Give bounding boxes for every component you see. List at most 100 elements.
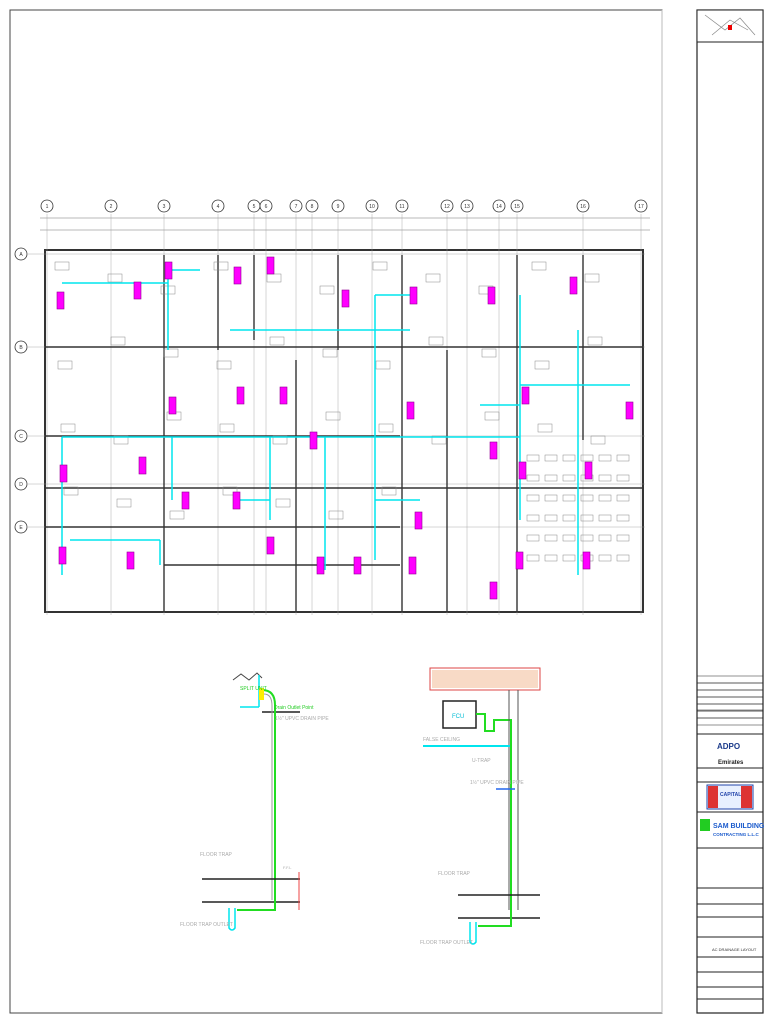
desk: [584, 273, 600, 283]
grid-column-label: 10: [369, 204, 375, 210]
contractor-logo: [700, 819, 710, 831]
ac-unit-icon: [316, 556, 325, 575]
desk: [219, 423, 235, 433]
revision-row: [696, 710, 764, 719]
fcu-label: FCU: [452, 714, 464, 720]
seat-row: [616, 454, 630, 462]
grid-row-label: D: [19, 482, 23, 488]
desk: [60, 423, 76, 433]
grid-column-label: 5: [253, 204, 256, 210]
seat-row: [616, 494, 630, 502]
grid-column-label: 17: [638, 204, 644, 210]
seat-row: [598, 534, 612, 542]
desk: [116, 498, 132, 508]
ac-unit-icon: [408, 556, 417, 575]
desk: [57, 360, 73, 370]
seat-row: [544, 454, 558, 462]
seat-row: [598, 474, 612, 482]
grid-column-label: 1: [46, 204, 49, 210]
ac-unit-icon: [341, 289, 350, 308]
seat-row: [526, 474, 540, 482]
revision-row: [696, 689, 764, 698]
fcu-floor-trap-label: FLOOR TRAP: [438, 871, 471, 877]
ac-unit-icon: [59, 464, 68, 483]
seat-row: [616, 514, 630, 522]
desk: [587, 336, 603, 346]
drain-outlet-label: Drain Outlet Point: [274, 705, 314, 711]
desk: [425, 273, 441, 283]
seat-row: [562, 534, 576, 542]
desk: [322, 348, 338, 358]
seat-row: [598, 454, 612, 462]
desk: [275, 498, 291, 508]
ac-unit-icon: [138, 456, 147, 475]
ac-unit-icon: [58, 546, 67, 565]
desk: [169, 510, 185, 520]
ac-unit-icon: [309, 431, 318, 450]
drawing-sheet: 1 2 3 4 5 6 7 8 9 10 11 12 13 14 15 16 17ABCDE SPLIT UNI…: [9, 9, 765, 1014]
ac-unit-icon: [164, 261, 173, 280]
ac-unit-icon: [569, 276, 578, 295]
desk: [590, 435, 606, 445]
ac-unit-icon: [56, 291, 65, 310]
consultant-logo: ADPO: [717, 742, 740, 751]
desk: [375, 360, 391, 370]
grid-column-label: 11: [399, 204, 404, 210]
notes-box: [696, 709, 764, 735]
ac-unit-icon: [489, 581, 498, 600]
seat-row: [616, 534, 630, 542]
seat-row: [562, 454, 576, 462]
split-unit-label: SPLIT UNIT: [240, 686, 267, 692]
ac-unit-icon: [279, 386, 288, 405]
contractor-name: SAM BUILDING: [713, 823, 765, 830]
seat-row: [562, 474, 576, 482]
seat-row: [526, 534, 540, 542]
ac-unit-icon: [414, 511, 423, 530]
ac-unit-icon: [518, 461, 527, 480]
floor-trap-label: FLOOR TRAP: [200, 852, 233, 858]
seat-row: [526, 454, 540, 462]
ac-unit-icon: [181, 491, 190, 510]
ac-unit-icon: [236, 386, 245, 405]
u-trap-label: U-TRAP: [472, 758, 491, 764]
desk: [216, 360, 232, 370]
grid-column-label: 9: [337, 204, 340, 210]
ac-unit-icon: [266, 536, 275, 555]
floor-plan: 1 2 3 4 5 6 7 8 9 10 11 12 13 14 15 16 17ABCDE: [14, 199, 650, 615]
ac-unit-icon: [409, 286, 418, 305]
fcu-trap-outlet-label: FLOOR TRAP OUTLET: [420, 940, 473, 946]
contractor-sub: CONTRACTING L.L.C: [713, 832, 759, 837]
grid-column-label: 16: [580, 204, 586, 210]
split-unit-drain-detail: SPLIT UNIT Drain Outlet Point 1½" UPVC D…: [180, 672, 329, 931]
revision-row: [696, 696, 764, 705]
title-block: ADPO Emirates CAPITAL SAM BUILDING CONTR…: [696, 9, 765, 1014]
seat-row: [526, 494, 540, 502]
seat-row: [544, 514, 558, 522]
ac-unit-icon: [582, 551, 591, 570]
ac-unit-icon: [266, 256, 275, 275]
ac-unit-icon: [168, 396, 177, 415]
grid-column-label: 7: [295, 204, 298, 210]
ac-unit-icon: [126, 551, 135, 570]
grid-row-label: C: [19, 434, 23, 440]
seat-row: [616, 554, 630, 562]
consultant-logo-sub: Emirates: [718, 760, 744, 766]
seat-row: [616, 474, 630, 482]
desk: [269, 336, 285, 346]
grid-column-label: 6: [265, 204, 268, 210]
desk: [378, 423, 394, 433]
desk: [54, 261, 70, 271]
seat-row: [598, 514, 612, 522]
desk: [428, 336, 444, 346]
fcu-pipe-label: 1½" UPVC DRAIN PIPE: [470, 779, 524, 786]
grid-lines: 1 2 3 4 5 6 7 8 9 10 11 12 13 14 15 16 17ABCDE: [14, 199, 650, 615]
client-logo-text: CAPITAL: [720, 792, 741, 798]
fcu-drain-detail: FCU FALSE CEILING U-TRAP 1½" UPVC DRAIN …: [420, 667, 541, 946]
grid-column-label: 4: [217, 204, 220, 210]
desk: [372, 261, 388, 271]
grid-column-label: 13: [464, 204, 470, 210]
pipe-label: 1½" UPVC DRAIN PIPE: [275, 715, 329, 722]
seat-row: [526, 554, 540, 562]
ac-unit-icon: [489, 441, 498, 460]
seat-row: [544, 534, 558, 542]
